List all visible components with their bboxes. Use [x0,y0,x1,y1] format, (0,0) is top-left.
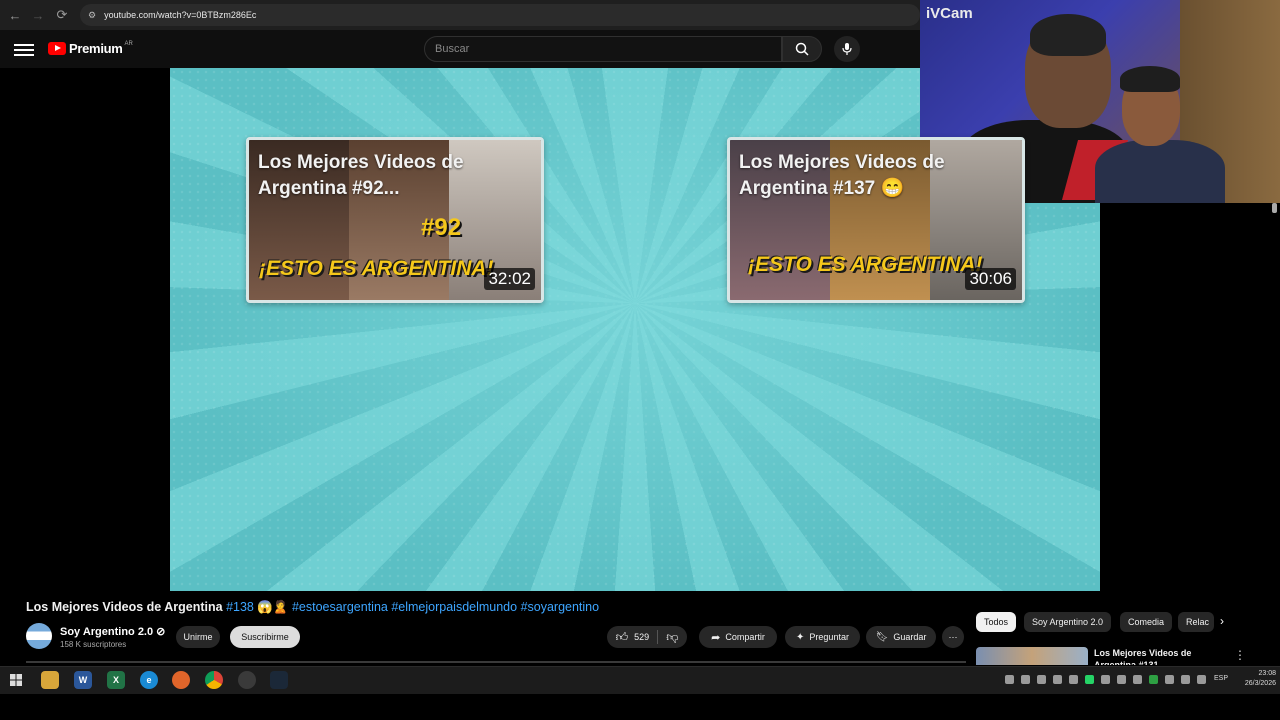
recommended-video-thumbnail[interactable] [976,647,1088,665]
address-bar[interactable]: ⚙ youtube.com/watch?v=0BTBzm286Ec [80,4,920,26]
channel-name[interactable]: Soy Argentino 2.0 ⊘ [60,625,165,638]
word-icon[interactable]: W [74,671,92,689]
scrollbar-thumb[interactable] [1272,203,1277,213]
chip-comedy[interactable]: Comedia [1120,612,1173,632]
more-vertical-icon[interactable]: ⋮ [1234,648,1246,662]
chevron-right-icon[interactable]: › [1220,614,1224,628]
edge-icon[interactable]: e [140,671,158,689]
card-title: Los Mejores Videos de Argentina #92... [258,152,464,199]
video-title-text: Los Mejores Videos de Argentina [26,600,223,614]
thumbs-up-icon[interactable]: 👍︎ [616,630,629,645]
card-title: Los Mejores Videos de Argentina #137 😁 [739,152,945,199]
ask-label: Preguntar [809,632,849,642]
windows-start-icon[interactable] [7,671,25,689]
clock-date: 26/3/2026 [1244,680,1276,687]
search-input[interactable]: Buscar [424,36,782,62]
youtube-logo[interactable]: Premium AR [48,41,133,56]
chip-all[interactable]: Todos [976,612,1017,632]
tray-app-icon[interactable] [1021,675,1030,684]
share-button[interactable]: ➦ Compartir [699,626,777,648]
firefox-icon[interactable] [172,671,190,689]
language-indicator[interactable]: ESP [1214,675,1228,682]
share-icon: ➦ [711,631,721,644]
microphone-icon [842,43,852,55]
voice-search-button[interactable] [834,36,860,62]
subscribe-button[interactable]: Suscribirme [230,626,300,648]
network-icon[interactable] [1181,675,1190,684]
excel-icon[interactable]: X [107,671,125,689]
tray-app-icon[interactable] [1149,675,1158,684]
country-code: AR [124,40,133,47]
thumbs-down-icon[interactable]: 👎︎ [666,630,678,645]
bookmark-icon: 🔖︎ [875,631,889,643]
search-icon [795,42,809,56]
card-banner: ¡ESTO ES ARGENTINA! [748,253,983,276]
like-count[interactable]: 529 [634,632,649,642]
card-banner: ¡ESTO ES ARGENTINA! [259,257,494,280]
taskbar-clock[interactable]: 23:08 26/3/2026 [1236,669,1276,689]
tray-app-icon[interactable] [1053,675,1062,684]
description-divider [26,661,966,663]
steam-icon[interactable] [270,671,288,689]
tray-app-icon[interactable] [1037,675,1046,684]
tray-app-icon[interactable] [1101,675,1110,684]
ask-button[interactable]: ✦ Preguntar [785,626,860,648]
channel-avatar[interactable] [26,623,52,649]
tray-app-icon[interactable] [1005,675,1014,684]
more-actions-button[interactable]: ⋯ [942,626,964,648]
menu-icon[interactable] [14,41,34,57]
youtube-header: Premium AR Buscar [0,30,920,68]
recommended-video-title[interactable]: Los Mejores Videos de Argentina #131 [1094,647,1224,665]
card-duration: 30:06 [965,268,1016,290]
video-player[interactable]: Los Mejores Videos de Argentina #92... #… [170,68,1100,591]
video-hashtags[interactable]: #138 😱🙎 #estoesargentina #elmejorpaisdel… [226,600,599,614]
reload-icon[interactable]: ⟳ [51,4,73,26]
end-screen-video-card[interactable]: Los Mejores Videos de Argentina #137 😁 ¡… [727,137,1025,303]
search-button[interactable] [782,36,822,62]
join-button[interactable]: Unirme [176,626,220,648]
subscriber-count: 158 K suscriptores [60,640,127,649]
forward-arrow-icon[interactable]: → [27,4,49,26]
volume-icon[interactable] [1197,675,1206,684]
file-explorer-icon[interactable] [41,671,59,689]
search-placeholder: Buscar [435,43,470,55]
webcam-label: iVCam [926,5,973,22]
card-badge: #92 [421,214,462,241]
video-title: Los Mejores Videos de Argentina #138 😱🙎 … [26,600,599,615]
share-label: Compartir [725,632,765,642]
save-button[interactable]: 🔖︎ Guardar [866,626,936,648]
chip-channel[interactable]: Soy Argentino 2.0 [1024,612,1112,632]
clock-time: 23:08 [1258,670,1276,677]
card-duration: 32:02 [484,268,535,290]
logo-text: Premium [69,41,123,56]
more-horizontal-icon: ⋯ [948,631,958,642]
url-text: youtube.com/watch?v=0BTBzm286Ec [104,10,257,20]
save-label: Guardar [893,632,927,642]
chip-related[interactable]: Relac [1178,612,1214,632]
site-info-icon[interactable]: ⚙ [88,10,96,21]
like-dislike-group: 👍︎ 529 👎︎ [607,626,687,648]
tray-app-icon[interactable] [1069,675,1078,684]
obs-icon[interactable] [238,671,256,689]
whatsapp-tray-icon[interactable] [1085,675,1094,684]
tray-app-icon[interactable] [1117,675,1126,684]
browser-toolbar: ← → ⟳ ⚙ youtube.com/watch?v=0BTBzm286Ec [0,0,920,30]
tray-app-icon[interactable] [1133,675,1142,684]
tray-app-icon[interactable] [1165,675,1174,684]
back-arrow-icon[interactable]: ← [4,4,26,26]
sparkle-icon: ✦ [796,631,805,643]
youtube-play-icon [48,42,66,55]
end-screen-video-card[interactable]: Los Mejores Videos de Argentina #92... #… [246,137,544,303]
chrome-icon[interactable] [205,671,223,689]
